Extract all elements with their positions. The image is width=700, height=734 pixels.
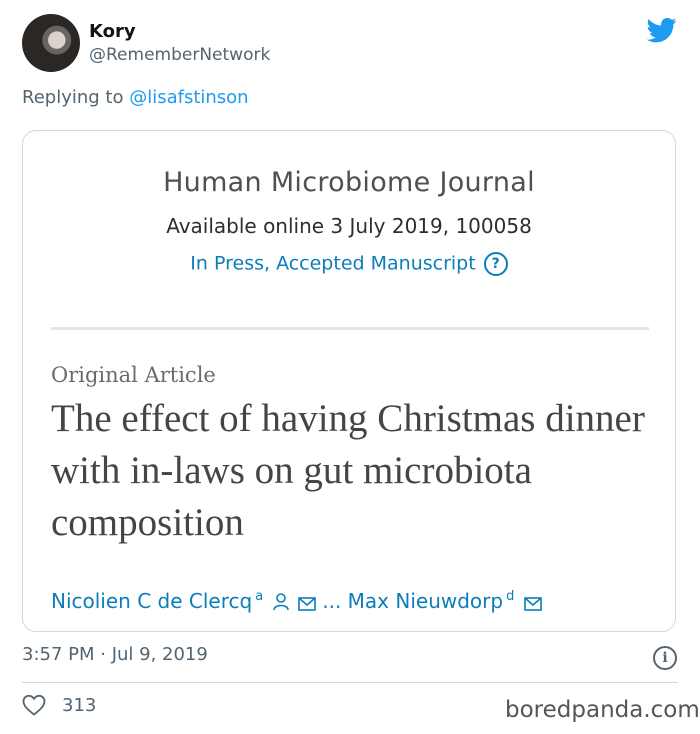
divider <box>51 327 649 330</box>
mail-icon <box>523 597 542 611</box>
press-status: In Press, Accepted Manuscript? <box>23 252 675 276</box>
author-2-affiliation: d <box>506 589 515 605</box>
twitter-bird-icon <box>646 18 677 43</box>
heart-icon[interactable] <box>22 694 46 716</box>
author-2: Max Nieuwdorp <box>347 589 504 613</box>
article-section: Original Article <box>51 363 216 387</box>
tweet-timestamp[interactable]: 3:57 PM · Jul 9, 2019 <box>22 644 208 665</box>
author-handle[interactable]: @RememberNetwork <box>89 45 270 65</box>
help-icon: ? <box>483 252 508 276</box>
reply-context: Replying to @lisafstinson <box>22 87 249 108</box>
ellipsis: ... <box>322 589 342 613</box>
watermark: boredpanda.com <box>505 697 700 723</box>
info-icon[interactable]: i <box>653 646 677 670</box>
article-title: The effect of having Christmas dinner wi… <box>51 397 645 544</box>
article-screenshot: Human Microbiome Journal Available onlin… <box>22 130 676 632</box>
avatar[interactable] <box>22 14 80 72</box>
person-icon <box>272 593 289 611</box>
author-name[interactable]: Kory <box>89 21 136 42</box>
divider <box>22 682 678 683</box>
journal-name: Human Microbiome Journal <box>163 167 535 198</box>
author-list: Nicolien C de Clercq a ... Max Nieuwdorp d <box>51 589 542 613</box>
mail-icon <box>298 597 316 611</box>
availability-line: Available online 3 July 2019, 100058 <box>166 214 532 238</box>
reply-to-link[interactable]: @lisafstinson <box>129 87 248 108</box>
reply-prefix: Replying to <box>22 87 130 108</box>
author-1-affiliation: a <box>255 589 264 605</box>
author-1: Nicolien C de Clercq <box>51 589 253 613</box>
press-status-label: In Press, Accepted Manuscript <box>190 252 476 275</box>
like-count: 313 <box>62 695 97 716</box>
